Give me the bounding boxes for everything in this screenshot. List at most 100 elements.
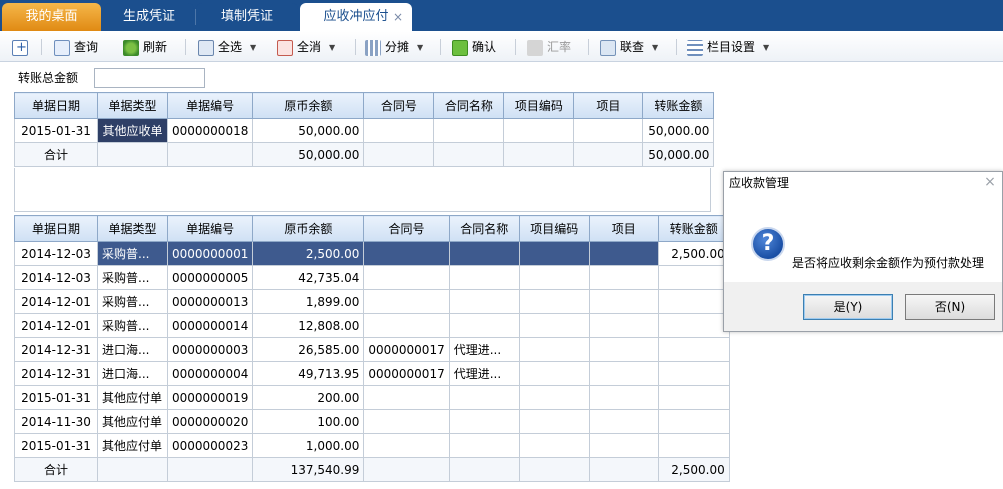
close-icon[interactable]: × bbox=[982, 173, 998, 191]
table-row[interactable]: 2014-12-31 进口海... 0000000004 49,713.95 0… bbox=[14, 361, 730, 386]
column-header[interactable]: 转账金额 bbox=[657, 215, 730, 242]
table-cell[interactable]: 2014-12-03 bbox=[14, 265, 98, 290]
table-cell[interactable] bbox=[518, 241, 590, 266]
split-button[interactable]: 分摊 ▼ bbox=[365, 36, 423, 58]
query-button[interactable]: 查询 bbox=[54, 36, 98, 58]
table-cell[interactable] bbox=[518, 361, 590, 386]
table-cell[interactable]: 2014-12-01 bbox=[14, 313, 98, 338]
table-cell[interactable] bbox=[657, 289, 730, 314]
table-cell[interactable] bbox=[657, 385, 730, 410]
table-cell[interactable]: 50,000.00 bbox=[252, 118, 365, 143]
select-all-button[interactable]: 全选 ▼ bbox=[198, 36, 256, 58]
column-header[interactable]: 单据编号 bbox=[166, 92, 254, 119]
chevron-down-icon[interactable]: ▼ bbox=[652, 37, 658, 59]
table-cell[interactable]: 其他应收单 bbox=[97, 118, 168, 143]
table-cell[interactable]: 2014-12-03 bbox=[14, 241, 98, 266]
tab-fill-voucher[interactable]: 填制凭证 bbox=[196, 3, 298, 31]
table-cell[interactable] bbox=[363, 118, 435, 143]
column-header[interactable]: 原币余额 bbox=[252, 215, 365, 242]
table-cell[interactable] bbox=[657, 361, 730, 386]
table-cell[interactable] bbox=[657, 337, 730, 362]
table-cell[interactable]: 其他应付单 bbox=[97, 385, 168, 410]
table-cell[interactable] bbox=[518, 409, 590, 434]
table-cell[interactable] bbox=[588, 361, 659, 386]
table-cell[interactable]: 0000000023 bbox=[166, 433, 254, 458]
close-icon[interactable]: × bbox=[393, 3, 403, 31]
chevron-down-icon[interactable]: ▼ bbox=[417, 37, 423, 59]
chevron-down-icon[interactable]: ▼ bbox=[329, 37, 335, 59]
table-cell[interactable] bbox=[363, 409, 450, 434]
table-cell[interactable]: 代理进... bbox=[448, 361, 520, 386]
table-cell[interactable]: 0000000003 bbox=[166, 337, 254, 362]
table-cell[interactable] bbox=[588, 289, 659, 314]
table-cell[interactable]: 2,500.00 bbox=[252, 241, 365, 266]
table-cell[interactable]: 其他应付单 bbox=[97, 409, 168, 434]
table-cell[interactable]: 49,713.95 bbox=[252, 361, 365, 386]
column-header[interactable]: 项目编码 bbox=[518, 215, 590, 242]
tab-generate-voucher[interactable]: 生成凭证 bbox=[104, 3, 194, 31]
column-header[interactable]: 单据日期 bbox=[14, 92, 98, 119]
table-cell[interactable]: 采购普... bbox=[97, 241, 168, 266]
table-cell[interactable]: 0000000019 bbox=[166, 385, 254, 410]
table-cell[interactable] bbox=[518, 385, 590, 410]
column-header[interactable]: 合同号 bbox=[363, 92, 435, 119]
table-cell[interactable] bbox=[363, 241, 450, 266]
table-cell[interactable]: 2015-01-31 bbox=[14, 118, 98, 143]
table-cell[interactable]: 0000000014 bbox=[166, 313, 254, 338]
column-header[interactable]: 项目 bbox=[573, 92, 644, 119]
table-cell[interactable] bbox=[657, 265, 730, 290]
table-cell[interactable] bbox=[518, 313, 590, 338]
column-header[interactable]: 项目编码 bbox=[503, 92, 575, 119]
table-cell[interactable]: 100.00 bbox=[252, 409, 365, 434]
table-cell[interactable]: 其他应付单 bbox=[97, 433, 168, 458]
table-cell[interactable]: 1,899.00 bbox=[252, 289, 365, 314]
table-cell[interactable]: 0000000017 bbox=[363, 361, 450, 386]
table-cell[interactable]: 50,000.00 bbox=[642, 118, 715, 143]
table-row[interactable]: 2015-01-31 其他应付单 0000000019 200.00 bbox=[14, 385, 730, 410]
yes-button[interactable]: 是(Y) bbox=[803, 294, 893, 320]
table-cell[interactable] bbox=[503, 118, 575, 143]
dialog-title[interactable]: 应收款管理 bbox=[724, 172, 1002, 194]
table-cell[interactable] bbox=[448, 265, 520, 290]
table-cell[interactable]: 0000000001 bbox=[166, 241, 254, 266]
column-header[interactable]: 合同名称 bbox=[433, 92, 505, 119]
table-row[interactable]: 2014-12-01 采购普... 0000000014 12,808.00 bbox=[14, 313, 730, 338]
table-cell[interactable]: 26,585.00 bbox=[252, 337, 365, 362]
table-cell[interactable] bbox=[363, 313, 450, 338]
table-cell[interactable]: 0000000020 bbox=[166, 409, 254, 434]
table-cell[interactable] bbox=[448, 409, 520, 434]
no-button[interactable]: 否(N) bbox=[905, 294, 995, 320]
table-cell[interactable] bbox=[448, 289, 520, 314]
table-cell[interactable]: 0000000013 bbox=[166, 289, 254, 314]
table-cell[interactable]: 2014-12-31 bbox=[14, 337, 98, 362]
table-cell[interactable] bbox=[448, 313, 520, 338]
table-cell[interactable] bbox=[448, 385, 520, 410]
table-cell[interactable]: 进口海... bbox=[97, 337, 168, 362]
tab-my-desktop[interactable]: 我的桌面 bbox=[2, 3, 101, 31]
table-cell[interactable]: 0000000017 bbox=[363, 337, 450, 362]
table-cell[interactable]: 42,735.04 bbox=[252, 265, 365, 290]
column-header[interactable]: 转账金额 bbox=[642, 92, 715, 119]
table-cell[interactable]: 2014-12-31 bbox=[14, 361, 98, 386]
table-cell[interactable] bbox=[588, 433, 659, 458]
table-cell[interactable] bbox=[448, 241, 520, 266]
table-row[interactable]: 2015-01-31 其他应付单 0000000023 1,000.00 bbox=[14, 433, 730, 458]
table-cell[interactable] bbox=[588, 409, 659, 434]
table-cell[interactable]: 12,808.00 bbox=[252, 313, 365, 338]
column-header[interactable]: 项目 bbox=[588, 215, 659, 242]
table-cell[interactable] bbox=[588, 385, 659, 410]
column-header[interactable]: 单据日期 bbox=[14, 215, 98, 242]
chevron-down-icon[interactable]: ▼ bbox=[250, 37, 256, 59]
column-header[interactable]: 单据类型 bbox=[97, 92, 168, 119]
table-cell[interactable] bbox=[573, 118, 644, 143]
table-cell[interactable]: 2014-12-01 bbox=[14, 289, 98, 314]
confirm-button[interactable]: 确认 bbox=[452, 36, 496, 58]
table-cell[interactable] bbox=[657, 433, 730, 458]
table-cell[interactable] bbox=[518, 265, 590, 290]
exchange-rate-button[interactable]: 汇率 bbox=[527, 36, 571, 58]
chevron-down-icon[interactable]: ▼ bbox=[763, 37, 769, 59]
table-cell[interactable]: 进口海... bbox=[97, 361, 168, 386]
table-cell[interactable]: 代理进... bbox=[448, 337, 520, 362]
table-row[interactable]: 2014-12-03 采购普... 0000000001 2,500.00 2,… bbox=[14, 241, 730, 266]
column-header[interactable]: 单据类型 bbox=[97, 215, 168, 242]
